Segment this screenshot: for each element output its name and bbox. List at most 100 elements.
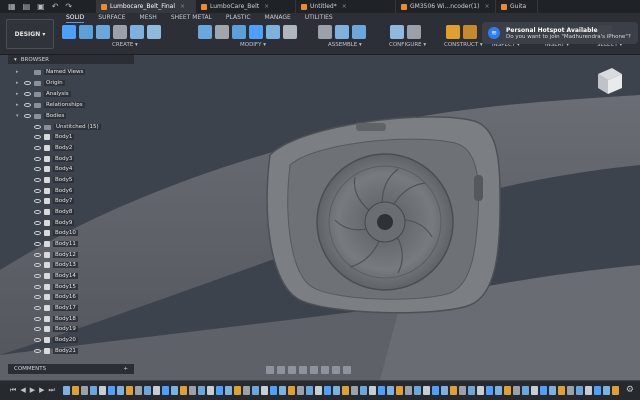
go-to-start-icon[interactable]: ⏮	[10, 386, 16, 395]
ribbon-tab[interactable]: MESH	[140, 14, 157, 23]
hotspot-notification[interactable]: ≋ Personal Hotspot Available Do you want…	[482, 22, 638, 44]
new-component-icon[interactable]	[318, 25, 332, 39]
timeline-feature-icon[interactable]	[332, 386, 340, 395]
as-built-joint-icon[interactable]	[352, 25, 366, 39]
timeline-feature-icon[interactable]	[323, 386, 331, 395]
timeline-feature-icon[interactable]	[575, 386, 583, 395]
hole-icon[interactable]	[113, 25, 127, 39]
timeline-feature-icon[interactable]	[431, 386, 439, 395]
body-tree-item[interactable]: Body13	[34, 260, 78, 270]
group-assemble[interactable]: ASSEMBLE ▾	[328, 42, 362, 48]
timeline-feature-icon[interactable]	[350, 386, 358, 395]
body-tree-item[interactable]: Body2	[34, 143, 75, 153]
timeline-feature-icon[interactable]	[485, 386, 493, 395]
body-tree-item[interactable]: Body7	[34, 196, 75, 206]
group-modify[interactable]: MODIFY ▾	[240, 42, 266, 48]
folder-tree-item[interactable]: Unstitched (15)	[34, 122, 101, 132]
timeline-feature-icon[interactable]	[305, 386, 313, 395]
timeline-feature-icon[interactable]	[62, 386, 70, 395]
timeline-feature-icon[interactable]	[593, 386, 601, 395]
expand-arrow-icon[interactable]: ▸	[16, 91, 21, 97]
timeline-feature-icon[interactable]	[242, 386, 250, 395]
undo-icon[interactable]: ↶	[52, 2, 59, 11]
axis-icon[interactable]	[463, 25, 477, 39]
ribbon-tab[interactable]: MANAGE	[265, 14, 291, 23]
timeline-feature-icon[interactable]	[611, 386, 619, 395]
timeline-feature-icon[interactable]	[260, 386, 268, 395]
timeline-feature-icon[interactable]	[476, 386, 484, 395]
timeline-feature-icon[interactable]	[71, 386, 79, 395]
timeline-feature-icon[interactable]	[179, 386, 187, 395]
step-forward-icon[interactable]: ▶	[39, 386, 44, 395]
timeline-feature-icon[interactable]	[152, 386, 160, 395]
fit-icon[interactable]	[310, 365, 318, 374]
visibility-eye-icon[interactable]	[34, 263, 41, 267]
timeline-feature-icon[interactable]	[341, 386, 349, 395]
expand-arrow-icon[interactable]: ▸	[16, 80, 21, 86]
fillet-icon[interactable]	[215, 25, 229, 39]
timeline-feature-icon[interactable]	[188, 386, 196, 395]
timeline-feature-icon[interactable]	[512, 386, 520, 395]
document-tab[interactable]: Untitled* ×	[296, 0, 396, 13]
body-tree-item[interactable]: Body14	[34, 271, 78, 281]
move-icon[interactable]	[283, 25, 297, 39]
timeline-feature-icon[interactable]	[422, 386, 430, 395]
timeline-feature-icon[interactable]	[224, 386, 232, 395]
expand-arrow-icon[interactable]: ▸	[16, 69, 21, 75]
visibility-eye-icon[interactable]	[34, 210, 41, 214]
timeline-feature-icon[interactable]	[557, 386, 565, 395]
visibility-eye-icon[interactable]	[34, 146, 41, 150]
save-icon[interactable]: ▣	[37, 2, 45, 11]
expand-arrow-icon[interactable]: ▸	[16, 102, 21, 108]
timeline-feature-icon[interactable]	[548, 386, 556, 395]
body-tree-item[interactable]: Body20	[34, 335, 78, 345]
press-pull-icon[interactable]	[198, 25, 212, 39]
timeline-settings-icon[interactable]: ⚙	[626, 385, 634, 395]
timeline-feature-icon[interactable]	[170, 386, 178, 395]
body-tree-item[interactable]: Body18	[34, 314, 78, 324]
body-tree-item[interactable]: Body16	[34, 292, 78, 302]
timeline-feature-icon[interactable]	[134, 386, 142, 395]
visibility-eye-icon[interactable]	[34, 167, 41, 171]
timeline-feature-icon[interactable]	[368, 386, 376, 395]
table-icon[interactable]	[407, 25, 421, 39]
visibility-eye-icon[interactable]	[34, 306, 41, 310]
folder-tree-item[interactable]: ▸ Named Views	[16, 67, 86, 77]
folder-tree-item[interactable]: ▸ Analysis	[16, 89, 71, 99]
play-icon[interactable]: ▶	[30, 386, 35, 395]
visibility-eye-icon[interactable]	[24, 81, 31, 85]
document-tab[interactable]: GM3506 Wi...ncoder(1) ×	[396, 0, 496, 13]
viewports-icon[interactable]	[343, 365, 351, 374]
body-tree-item[interactable]: Body5	[34, 175, 75, 185]
timeline-feature-icon[interactable]	[269, 386, 277, 395]
step-back-icon[interactable]: ◀	[20, 386, 25, 395]
body-tree-item[interactable]: Body6	[34, 186, 75, 196]
workspace-switcher[interactable]: DESIGN ▾	[6, 19, 54, 49]
body-tree-item[interactable]: Body21	[34, 346, 78, 356]
visibility-eye-icon[interactable]	[34, 125, 41, 129]
timeline-feature-icon[interactable]	[98, 386, 106, 395]
comments-panel[interactable]: COMMENTS +	[8, 364, 134, 374]
body-tree-item[interactable]: Body15	[34, 282, 78, 292]
collapse-icon[interactable]: ▾	[14, 57, 17, 63]
visibility-eye-icon[interactable]	[34, 274, 41, 278]
timeline-feature-icon[interactable]	[584, 386, 592, 395]
timeline-feature-icon[interactable]	[494, 386, 502, 395]
timeline-feature-icon[interactable]	[314, 386, 322, 395]
timeline-feature-icon[interactable]	[440, 386, 448, 395]
mirror-icon[interactable]	[147, 25, 161, 39]
timeline-feature-icon[interactable]	[530, 386, 538, 395]
visibility-eye-icon[interactable]	[34, 349, 41, 353]
ribbon-tab[interactable]: SOLID	[66, 14, 85, 23]
visibility-eye-icon[interactable]	[34, 189, 41, 193]
timeline-feature-icon[interactable]	[467, 386, 475, 395]
timeline-feature-icon[interactable]	[521, 386, 529, 395]
offset-plane-icon[interactable]	[446, 25, 460, 39]
add-comment-button[interactable]: +	[123, 366, 128, 372]
group-construct[interactable]: CONSTRUCT ▾	[444, 42, 483, 48]
configure-icon[interactable]	[390, 25, 404, 39]
visibility-eye-icon[interactable]	[34, 231, 41, 235]
redo-icon[interactable]: ↷	[65, 2, 72, 11]
visibility-eye-icon[interactable]	[34, 317, 41, 321]
chamfer-icon[interactable]	[232, 25, 246, 39]
